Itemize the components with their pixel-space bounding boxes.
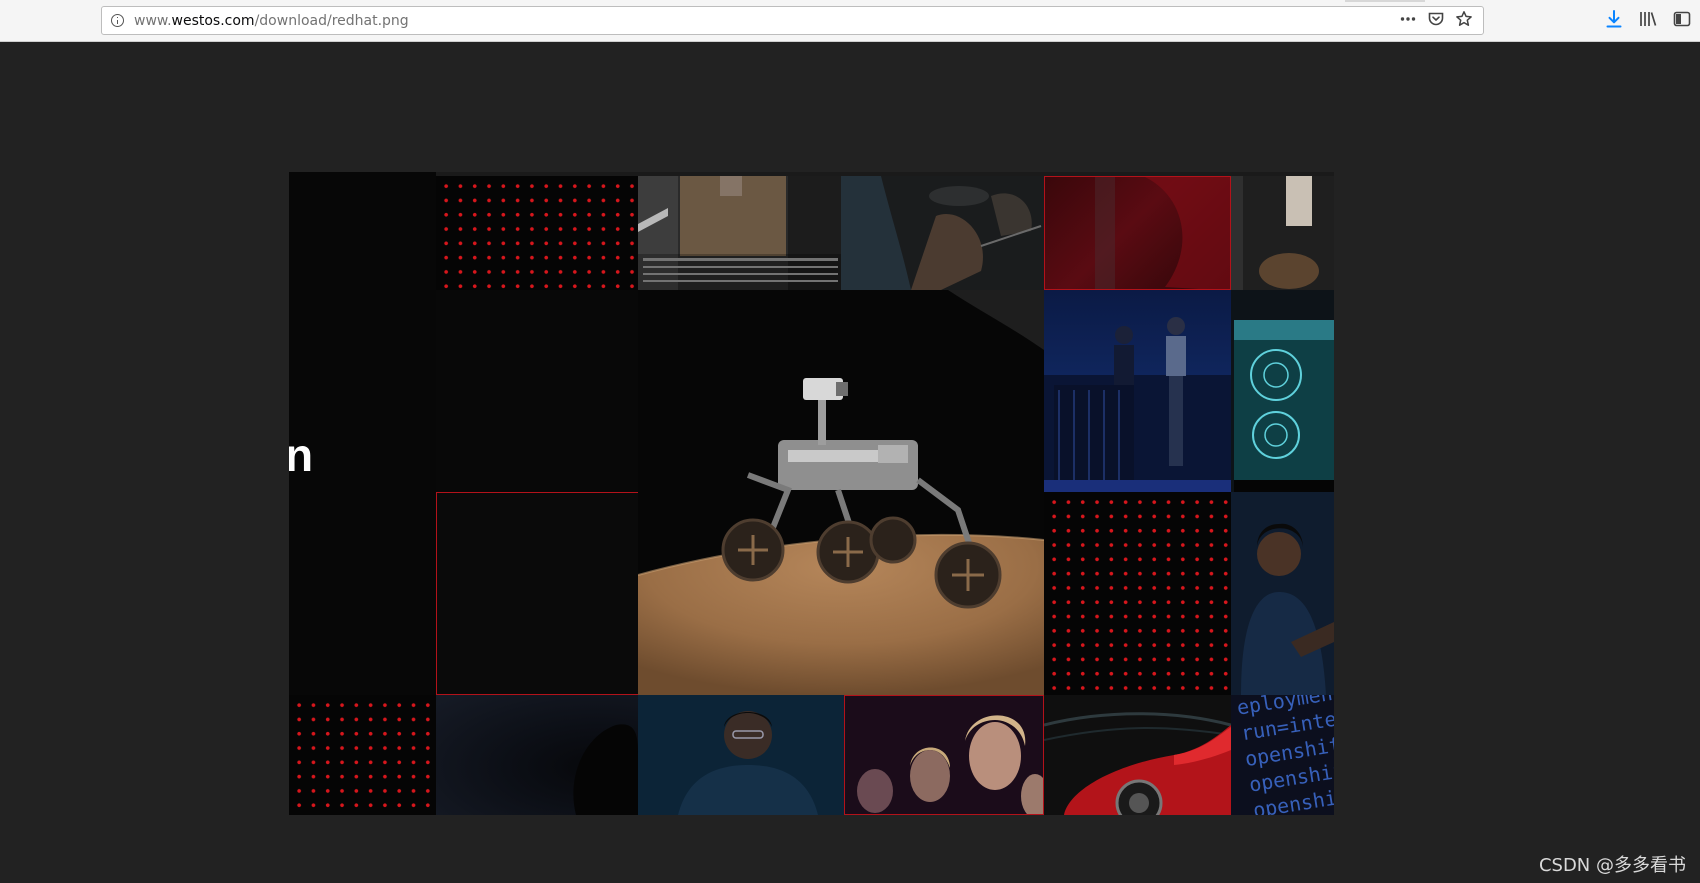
machine-part-photo <box>1231 176 1334 290</box>
red-dot-pattern <box>289 695 436 815</box>
audience-photo <box>844 695 1044 815</box>
code-lines: eployment run=integr openshift. openshift op… <box>1235 695 1334 815</box>
man-at-laptop-photo <box>638 695 844 815</box>
url-host: westos.com <box>171 13 255 29</box>
stage-presenters-photo <box>1044 290 1231 492</box>
hero-text-fragment: n <box>289 429 314 481</box>
library-icon[interactable] <box>1638 9 1658 33</box>
dark-panel <box>436 290 638 492</box>
page-actions <box>1399 10 1473 32</box>
info-icon[interactable] <box>111 14 124 27</box>
toolbar-right-buttons <box>1604 8 1692 34</box>
url-path: /download/redhat.png <box>254 13 409 29</box>
cardboard-box-conveyor-photo <box>638 176 841 290</box>
mars-rover-model-photo <box>638 290 1044 695</box>
brain-scan-monitor-photo <box>1231 290 1334 492</box>
browser-toolbar: www.westos.com/download/redhat.png <box>0 0 1700 42</box>
left-dark-panel: n <box>289 172 436 695</box>
displayed-image[interactable]: n eployment run=integr openshift. opensh… <box>289 172 1334 815</box>
hands-workbench-photo <box>841 176 1044 290</box>
image-viewer: n eployment run=integr openshift. opensh… <box>0 42 1700 883</box>
url-text[interactable]: www.westos.com/download/redhat.png <box>134 13 409 29</box>
url-host-prefix: www. <box>134 13 172 29</box>
tab-strip-edge <box>1345 0 1425 2</box>
silhouette-photo <box>436 695 638 815</box>
red-abstract-photo <box>1044 176 1231 290</box>
download-arrow-icon[interactable] <box>1604 9 1624 33</box>
sidebar-icon[interactable] <box>1672 9 1692 33</box>
red-outlined-frame <box>436 492 639 695</box>
code-screen-photo: eployment run=integr openshift. openshift op… <box>1231 695 1334 815</box>
more-actions-icon[interactable] <box>1399 10 1417 32</box>
red-dot-pattern <box>1044 492 1231 695</box>
bookmark-star-icon[interactable] <box>1455 10 1473 32</box>
woman-portrait-photo <box>1231 492 1334 695</box>
red-sports-car-photo <box>1044 695 1231 815</box>
red-dot-pattern <box>436 176 638 290</box>
pocket-icon[interactable] <box>1427 10 1445 32</box>
address-bar[interactable]: www.westos.com/download/redhat.png <box>101 6 1484 35</box>
watermark-text: CSDN @多多看书 <box>1538 855 1686 876</box>
